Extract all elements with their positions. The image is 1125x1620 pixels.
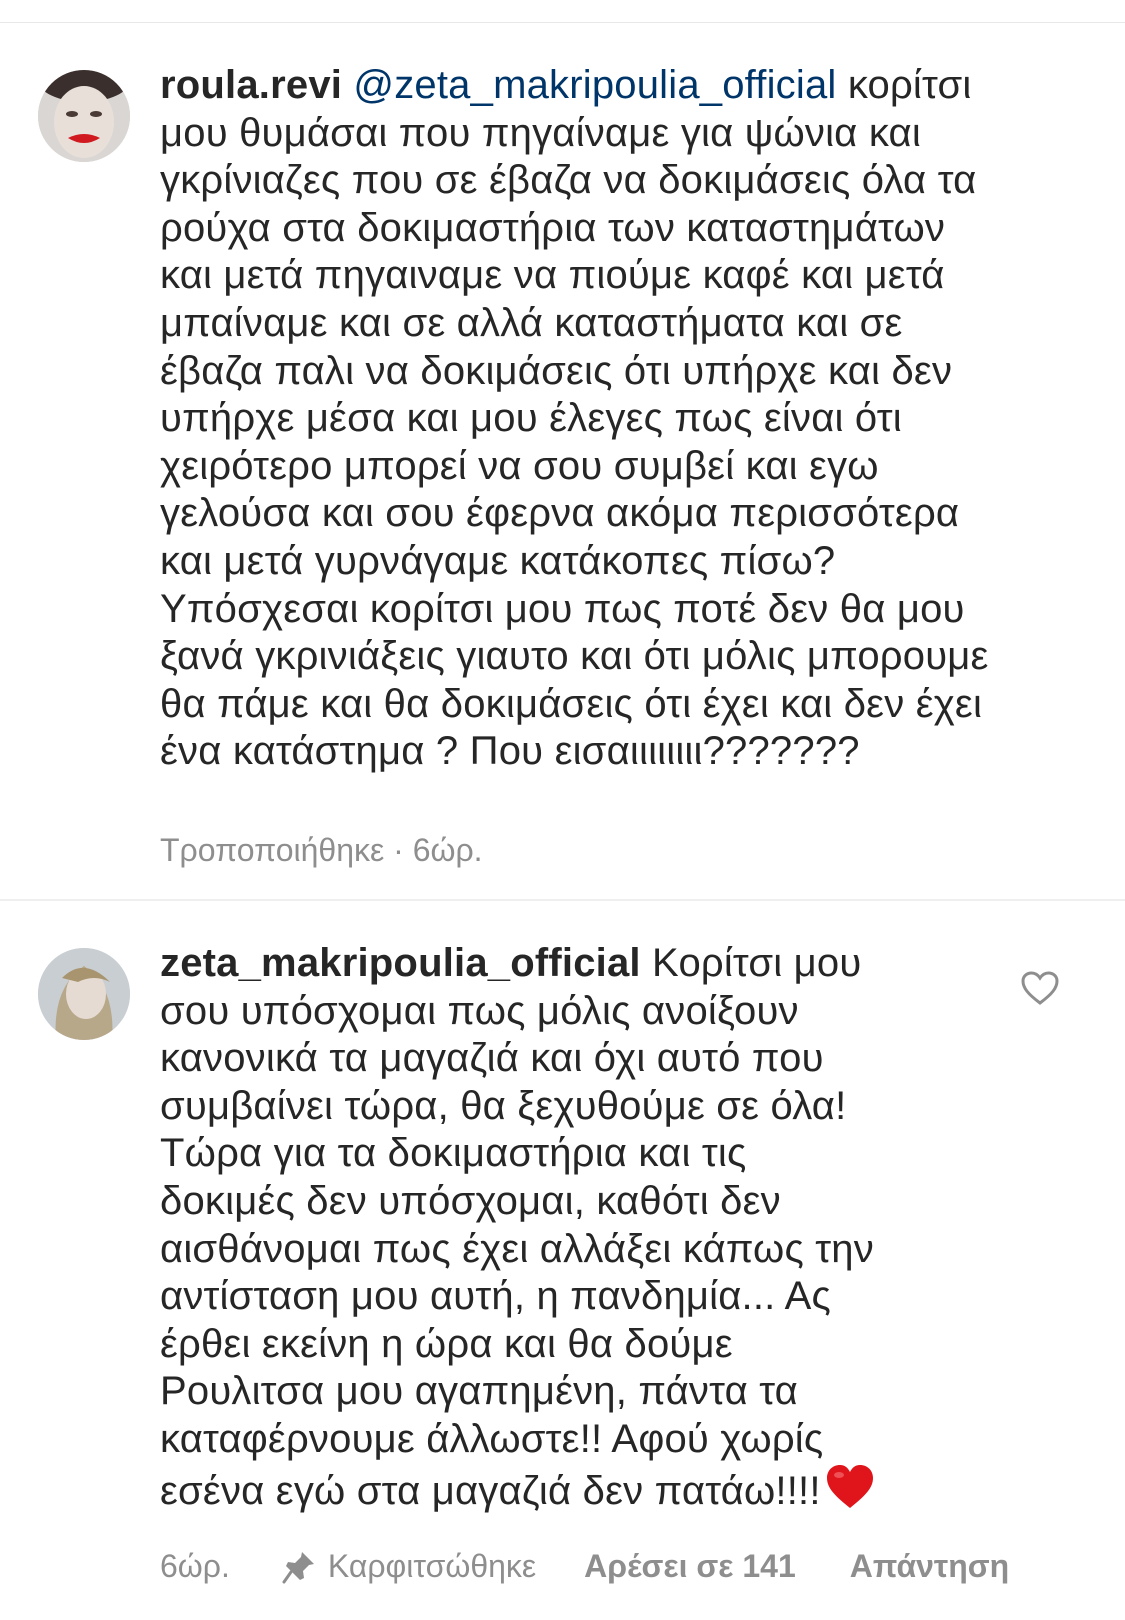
red-heart-emoji	[825, 1464, 875, 1522]
comment-text: roula.revi @zeta_makripoulia_official κο…	[160, 62, 1080, 776]
top-divider	[0, 22, 1125, 23]
reply-button[interactable]: Απάντηση	[850, 1548, 1009, 1585]
pinned-indicator: Καρφιτσώθηκε	[282, 1548, 536, 1585]
comment-time: 6ώρ.	[160, 1548, 230, 1584]
avatar[interactable]	[38, 948, 130, 1040]
pinned-label: Καρφιτσώθηκε	[327, 1548, 537, 1584]
comment-body: κορίτσι μου θυμάσαι που πηγαίναμε για ψώ…	[160, 63, 989, 774]
comment-divider	[0, 899, 1125, 901]
like-heart-icon[interactable]	[1020, 970, 1060, 1006]
pin-icon	[282, 1551, 314, 1583]
comment-meta: Τροποποιήθηκε · 6ώρ.	[160, 832, 483, 868]
comment-meta: 6ώρ. Καρφιτσώθηκε Αρέσει σε 141 Απάντηση	[160, 1548, 1009, 1585]
mention-link[interactable]: @zeta_makripoulia_official	[353, 63, 836, 107]
username[interactable]: zeta_makripoulia_official	[160, 941, 641, 985]
likes-count-button[interactable]: Αρέσει σε 141	[584, 1548, 796, 1585]
comment-text: zeta_makripoulia_official Κορίτσι μου σο…	[160, 940, 1020, 1521]
comment-body: Κορίτσι μου σου υπόσχομαι πως μόλις ανοί…	[160, 941, 874, 1513]
avatar[interactable]	[38, 70, 130, 162]
username[interactable]: roula.revi	[160, 63, 342, 107]
